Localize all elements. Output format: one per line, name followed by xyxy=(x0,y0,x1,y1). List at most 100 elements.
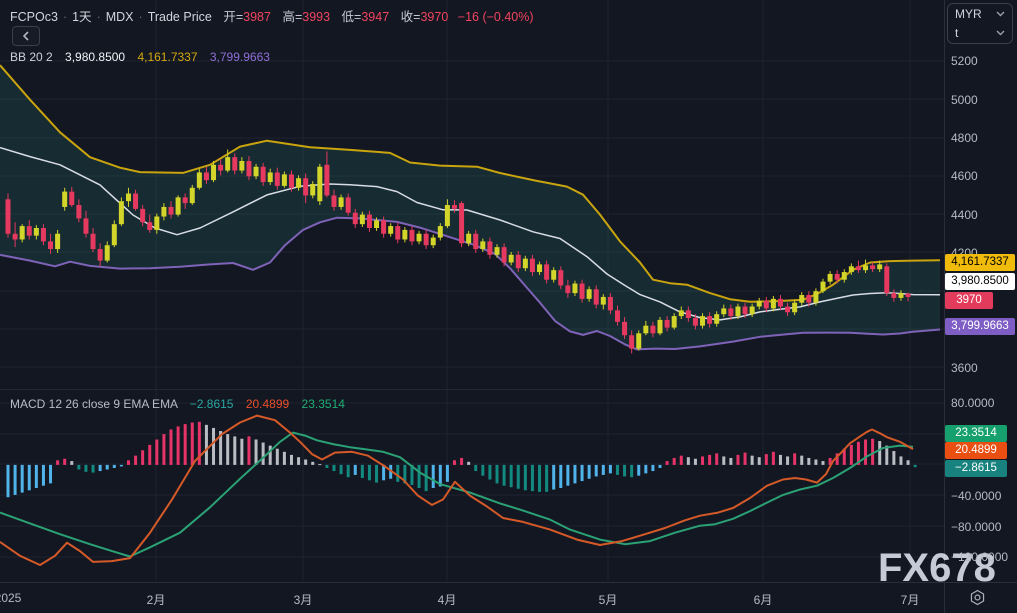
candle xyxy=(197,172,202,187)
candle xyxy=(275,172,280,185)
candle xyxy=(48,241,53,249)
macd-histogram-bar xyxy=(127,460,130,465)
candle xyxy=(658,320,663,333)
macd-histogram-bar xyxy=(233,436,236,464)
close-value: 3970 xyxy=(420,10,448,24)
macd-histogram-bar xyxy=(106,465,109,470)
price-tick-label: 4400 xyxy=(951,208,978,222)
candle xyxy=(743,307,748,315)
macd-histogram-bar xyxy=(375,465,378,483)
candle xyxy=(232,157,237,170)
macd-tick-label: −40.0000 xyxy=(951,489,1001,503)
unit-value: t xyxy=(955,26,958,40)
macd-histogram-bar xyxy=(588,465,591,479)
macd-histogram-bar xyxy=(99,465,102,471)
macd-histogram-bar xyxy=(637,465,640,476)
candle xyxy=(806,295,811,303)
candle xyxy=(339,197,344,207)
macd-histogram-bar xyxy=(531,465,534,491)
macd-histogram-bar xyxy=(573,465,576,483)
candle xyxy=(906,294,911,297)
gear-icon xyxy=(969,589,986,606)
candle xyxy=(877,264,882,269)
candle xyxy=(643,326,648,334)
back-button[interactable] xyxy=(12,26,40,46)
candle xyxy=(55,234,60,249)
macd-histogram-bar xyxy=(559,465,562,488)
series-type-label: Trade Price xyxy=(148,10,212,24)
price-chart-svg xyxy=(0,0,944,582)
candle xyxy=(636,333,641,348)
interval-label[interactable]: 1天 xyxy=(72,10,91,24)
candle xyxy=(353,213,358,224)
candle xyxy=(388,226,393,234)
macd-legend[interactable]: MACD 12 26 close 9 EMA EMA −2.8615 20.48… xyxy=(10,397,345,411)
macd-histogram-bar xyxy=(113,465,116,468)
candle xyxy=(771,299,776,309)
macd-histogram-bar xyxy=(247,436,250,464)
macd-histogram-bar xyxy=(474,465,477,471)
symbol-name[interactable]: FCPOc3 xyxy=(10,10,58,24)
bb-basis-tag: 3,980.8500 xyxy=(945,273,1015,290)
bb-lower-tag: 3,799.9663 xyxy=(945,318,1015,335)
candle xyxy=(459,203,464,243)
macd-histogram-bar xyxy=(325,465,328,468)
macd-histogram-bar xyxy=(822,461,825,465)
time-axis-label: 5月 xyxy=(599,591,618,608)
time-axis-settings-button[interactable] xyxy=(969,589,986,611)
candle xyxy=(324,165,329,196)
macd-histogram-bar xyxy=(205,425,208,465)
candle xyxy=(218,165,223,171)
macd-histogram-bar xyxy=(814,460,817,465)
time-axis-label: 4月 xyxy=(438,591,457,608)
candle xyxy=(487,241,492,254)
candle xyxy=(863,265,868,270)
chevron-down-icon xyxy=(996,30,1005,36)
macd-histogram-bar xyxy=(453,460,456,465)
candle xyxy=(622,322,627,335)
candle xyxy=(183,197,188,203)
macd-histogram-bar xyxy=(49,465,52,483)
candle xyxy=(764,301,769,309)
candle xyxy=(665,320,670,328)
currency-value: MYR xyxy=(955,7,982,21)
macd-histogram-bar xyxy=(177,426,180,465)
time-axis-label: 2月 xyxy=(147,591,166,608)
macd-histogram-bar xyxy=(673,458,676,465)
candle xyxy=(27,226,32,236)
high-label: 高= xyxy=(282,10,302,24)
bb-legend[interactable]: BB 20 2 3,980.8500 4,161.7337 3,799.9663 xyxy=(10,50,270,64)
macd-histogram-bar xyxy=(120,465,123,467)
bb-legend-title: BB 20 2 xyxy=(10,50,53,64)
macd-histogram-bar xyxy=(914,465,917,467)
macd-histogram-bar xyxy=(425,465,428,491)
macd-histogram-bar xyxy=(240,439,243,465)
open-value: 3987 xyxy=(243,10,271,24)
candle xyxy=(544,264,549,279)
candle xyxy=(693,318,698,326)
currency-dropdown[interactable]: MYR xyxy=(948,4,1012,23)
macd-histogram-bar xyxy=(694,459,697,465)
macd-histogram-bar xyxy=(800,456,803,465)
macd-histogram-bar xyxy=(304,460,307,465)
unit-dropdown[interactable]: t xyxy=(948,23,1012,42)
candle xyxy=(480,241,485,249)
candle xyxy=(530,259,535,272)
macd-histogram-bar xyxy=(602,465,605,475)
macd-histogram-bar xyxy=(751,456,754,465)
macd-histogram-bar xyxy=(283,452,286,465)
macd-histogram-bar xyxy=(28,465,31,490)
candle xyxy=(254,167,259,177)
candle xyxy=(601,297,606,305)
candle xyxy=(34,228,39,236)
candle xyxy=(735,307,740,317)
macd-histogram-bar xyxy=(21,465,24,493)
change-value: −16 (−0.40%) xyxy=(458,10,534,24)
macd-histogram-bar xyxy=(722,456,725,464)
separator-dot: · xyxy=(139,10,143,24)
candle xyxy=(580,284,585,299)
candle xyxy=(792,303,797,313)
macd-histogram-bar xyxy=(70,461,73,465)
candle xyxy=(13,234,18,240)
macd-histogram-bar xyxy=(496,465,499,483)
